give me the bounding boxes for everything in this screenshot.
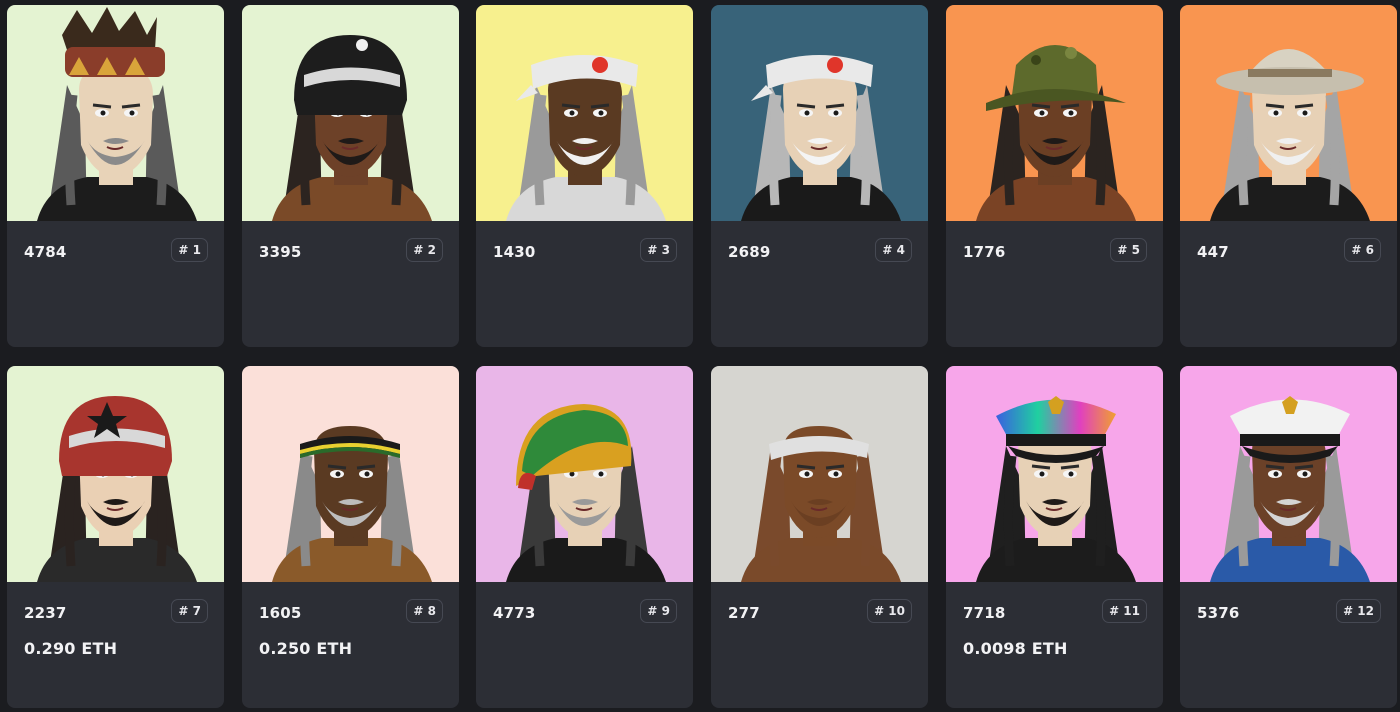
- nft-card[interactable]: 7718 # 11 0.0098 ETH: [946, 366, 1163, 708]
- nft-card[interactable]: 4773 # 9: [476, 366, 693, 708]
- rank-badge: # 11: [1102, 599, 1147, 623]
- token-id: 4773: [493, 604, 536, 622]
- nft-artwork[interactable]: [1180, 366, 1397, 582]
- nft-card[interactable]: 277 # 10: [711, 366, 928, 708]
- nft-card-info: 2237 # 7 0.290 ETH: [7, 582, 224, 708]
- token-id: 277: [728, 604, 760, 622]
- rank-badge: # 3: [640, 238, 677, 262]
- nft-card[interactable]: 447 # 6: [1180, 5, 1397, 347]
- nft-card-info: 1430 # 3: [476, 221, 693, 347]
- token-id: 1776: [963, 243, 1006, 261]
- rank-badge: # 12: [1336, 599, 1381, 623]
- rank-badge: # 6: [1344, 238, 1381, 262]
- nft-card[interactable]: 5376 # 12: [1180, 366, 1397, 708]
- token-id: 2689: [728, 243, 771, 261]
- nft-card-info: 5376 # 12: [1180, 582, 1397, 708]
- nft-card-info: 7718 # 11 0.0098 ETH: [946, 582, 1163, 708]
- nft-card[interactable]: 2689 # 4: [711, 5, 928, 347]
- nft-card-info: 1776 # 5: [946, 221, 1163, 347]
- rank-badge: # 4: [875, 238, 912, 262]
- nft-card[interactable]: 1776 # 5: [946, 5, 1163, 347]
- nft-artwork[interactable]: [7, 5, 224, 221]
- rank-badge: # 9: [640, 599, 677, 623]
- price-label: 0.250 ETH: [259, 639, 353, 658]
- nft-card-info: 4773 # 9: [476, 582, 693, 708]
- nft-card[interactable]: 3395 # 2: [242, 5, 459, 347]
- nft-card-info: 2689 # 4: [711, 221, 928, 347]
- nft-artwork[interactable]: [946, 366, 1163, 582]
- token-id: 1430: [493, 243, 536, 261]
- token-id: 5376: [1197, 604, 1240, 622]
- price-label: 0.290 ETH: [24, 639, 118, 658]
- token-id: 1605: [259, 604, 302, 622]
- rank-badge: # 10: [867, 599, 912, 623]
- token-id: 3395: [259, 243, 302, 261]
- rank-badge: # 8: [406, 599, 443, 623]
- token-id: 2237: [24, 604, 67, 622]
- nft-artwork[interactable]: [242, 366, 459, 582]
- nft-artwork[interactable]: [476, 5, 693, 221]
- token-id: 7718: [963, 604, 1006, 622]
- nft-card[interactable]: 2237 # 7 0.290 ETH: [7, 366, 224, 708]
- nft-artwork[interactable]: [711, 366, 928, 582]
- nft-artwork[interactable]: [711, 5, 928, 221]
- nft-artwork[interactable]: [7, 366, 224, 582]
- nft-card-info: 277 # 10: [711, 582, 928, 708]
- price-label: 0.0098 ETH: [963, 639, 1068, 658]
- nft-card-info: 4784 # 1: [7, 221, 224, 347]
- rank-badge: # 2: [406, 238, 443, 262]
- nft-card-info: 447 # 6: [1180, 221, 1397, 347]
- nft-artwork[interactable]: [242, 5, 459, 221]
- rank-badge: # 5: [1110, 238, 1147, 262]
- rank-badge: # 1: [171, 238, 208, 262]
- token-id: 447: [1197, 243, 1229, 261]
- nft-artwork[interactable]: [946, 5, 1163, 221]
- rank-badge: # 7: [171, 599, 208, 623]
- token-id: 4784: [24, 243, 67, 261]
- nft-card-info: 3395 # 2: [242, 221, 459, 347]
- nft-artwork[interactable]: [1180, 5, 1397, 221]
- nft-card[interactable]: 4784 # 1: [7, 5, 224, 347]
- nft-grid: 4784 # 1 3395 # 2 1430 # 3 2689 # 4 1776 # 5 447 # …: [0, 0, 1400, 712]
- nft-card[interactable]: 1430 # 3: [476, 5, 693, 347]
- nft-artwork[interactable]: [476, 366, 693, 582]
- nft-card[interactable]: 1605 # 8 0.250 ETH: [242, 366, 459, 708]
- nft-card-info: 1605 # 8 0.250 ETH: [242, 582, 459, 708]
